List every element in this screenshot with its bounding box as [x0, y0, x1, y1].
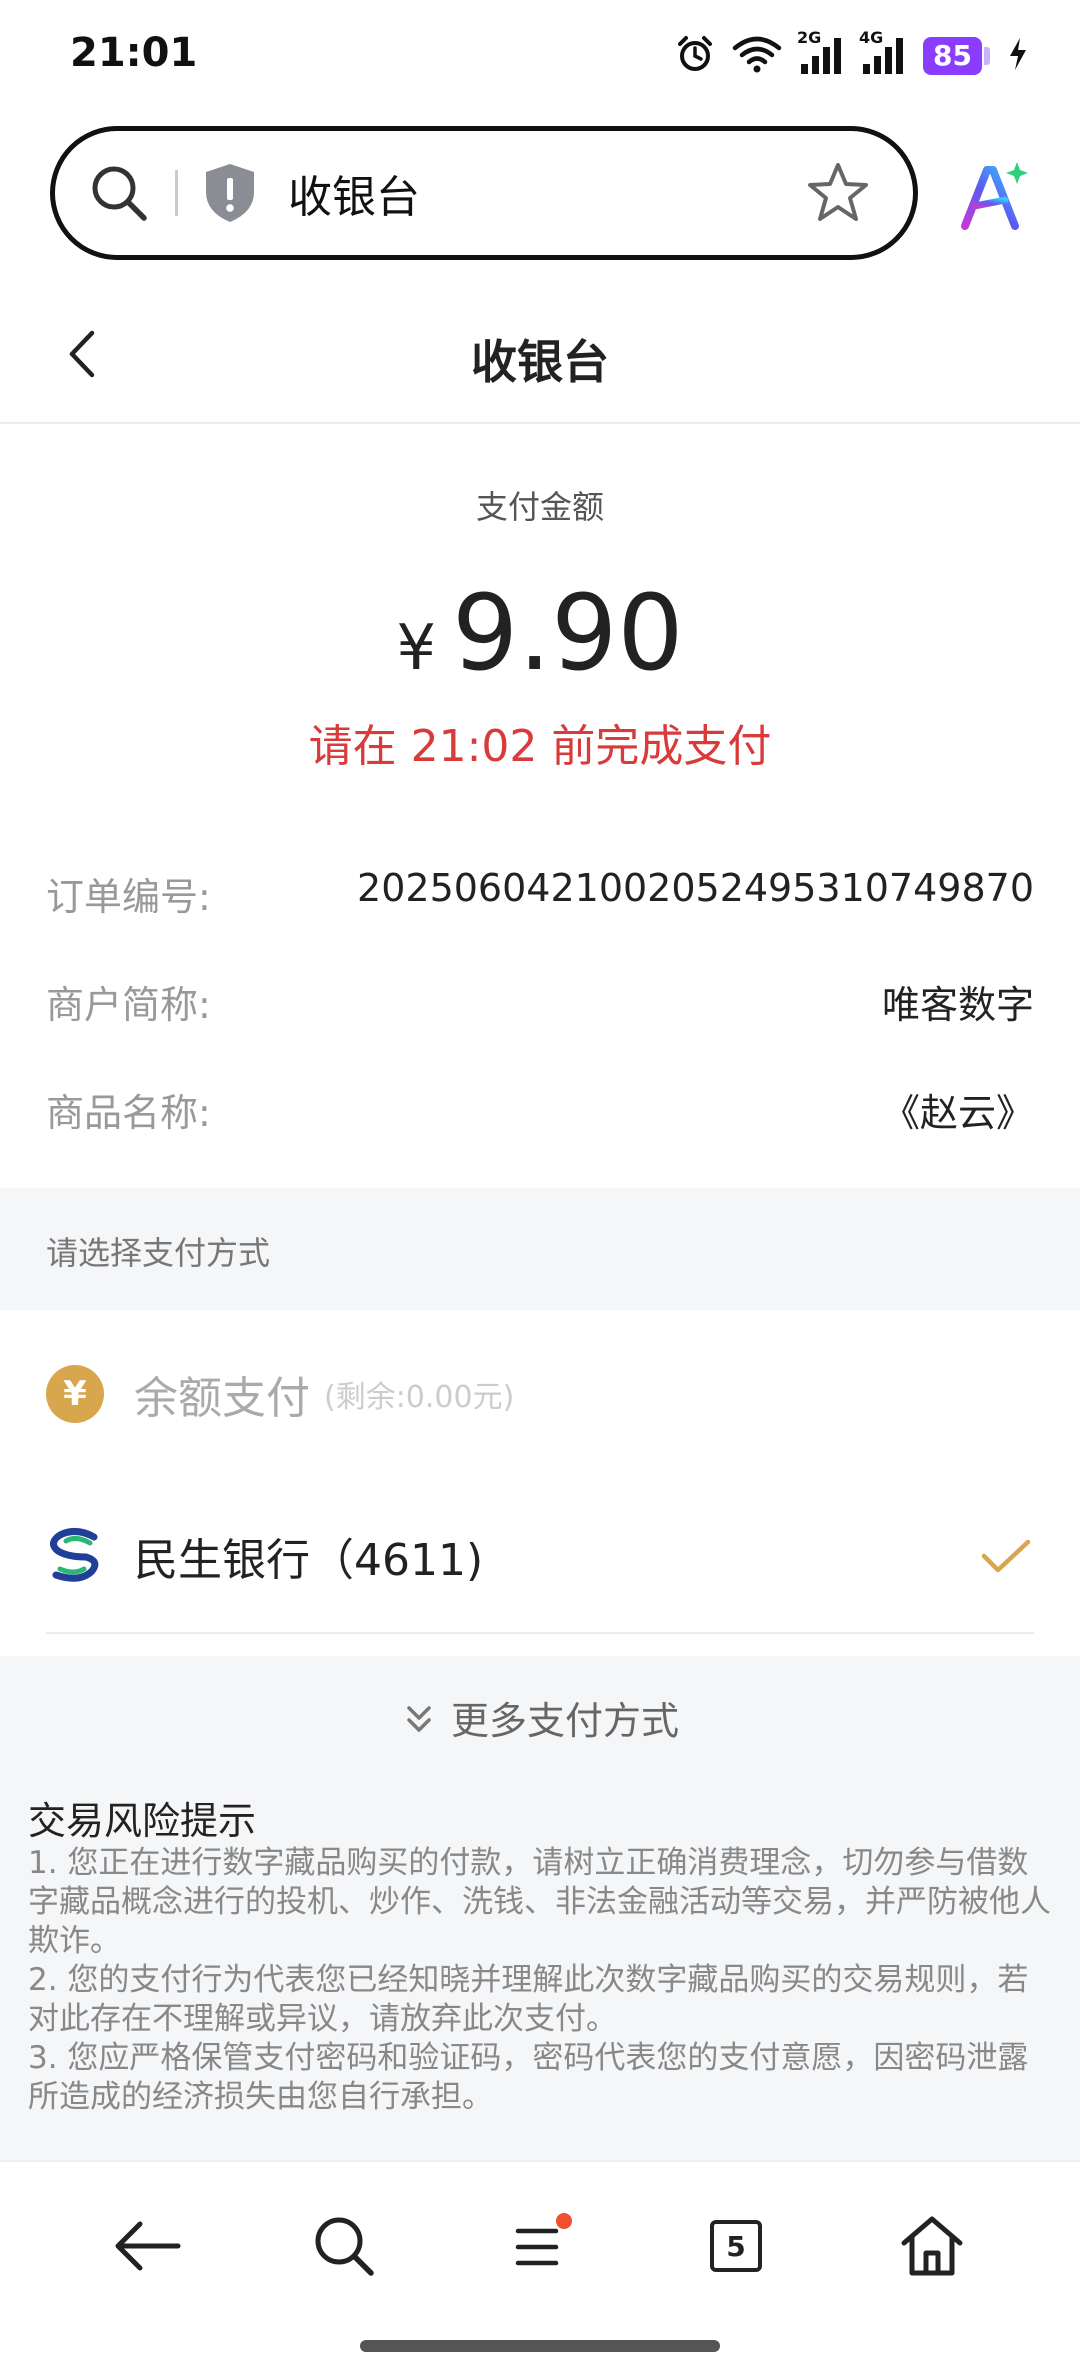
nav-search-icon[interactable]	[304, 2206, 384, 2286]
currency-symbol: ¥	[396, 611, 436, 684]
balance-pay-option[interactable]: ¥ 余额支付 (剩余:0.00元)	[46, 1362, 1034, 1426]
pay-option-divider	[46, 1632, 1034, 1634]
order-number-row: 订单编号: 2025060421002052495310749870	[46, 866, 1034, 921]
risk-notice-title: 交易风险提示	[28, 1799, 257, 1843]
nav-tabs-button[interactable]: 5	[696, 2206, 776, 2286]
balance-pay-label: 余额支付	[134, 1373, 310, 1424]
home-indicator[interactable]	[360, 2340, 720, 2352]
more-pay-methods-button[interactable]: 更多支付方式	[0, 1690, 1080, 1745]
more-pay-methods-label: 更多支付方式	[450, 1699, 679, 1743]
product-value: 《赵云》	[881, 1091, 1034, 1135]
ai-assistant-icon[interactable]	[955, 158, 1031, 234]
risk-item: 2. 您的支付行为代表您已经知晓并理解此次数字藏品购买的交易规则，若对此存在不理…	[28, 1962, 1029, 2037]
status-bar: 21:01 2G 4G 85	[0, 0, 1080, 112]
product-label: 商品名称:	[46, 1091, 211, 1135]
order-number-value: 2025060421002052495310749870	[357, 866, 1034, 910]
nav-back-arrow-icon[interactable]	[108, 2206, 188, 2286]
product-row: 商品名称: 《赵云》	[46, 1082, 1034, 1137]
bank-pay-label: 民生银行（4611)	[134, 1535, 484, 1586]
tab-count: 5	[710, 2220, 762, 2272]
yuan-coin-icon: ¥	[46, 1365, 104, 1423]
address-divider	[175, 170, 178, 216]
address-bar[interactable]: 收银台	[50, 126, 918, 260]
amount-display: ¥ 9.90	[0, 572, 1080, 694]
wifi-icon	[731, 34, 783, 78]
merchant-value: 唯客数字	[881, 983, 1034, 1027]
bank-pay-option[interactable]: 民生银行（4611)	[46, 1524, 1034, 1588]
signal-2g-icon: 2G	[797, 28, 845, 76]
payment-deadline: 请在 21:02 前完成支付	[308, 721, 772, 772]
risk-notice-body: 1. 您正在进行数字藏品购买的付款，请树立正确消费理念，切勿参与借数字藏品概念进…	[28, 1844, 1052, 2117]
minsheng-bank-logo-icon	[46, 1527, 104, 1585]
page-title: 收银台	[471, 335, 609, 389]
page-header: 收银台	[0, 290, 1080, 424]
signal-4g-label: 4G	[859, 28, 884, 47]
battery-level: 85	[923, 37, 982, 75]
battery-cap	[984, 47, 990, 65]
shield-warning-icon[interactable]	[200, 161, 260, 225]
pay-method-section-header: 请选择支付方式	[0, 1188, 1080, 1310]
merchant-label: 商户简称:	[46, 983, 211, 1027]
signal-4g-icon: 4G	[859, 28, 907, 76]
signal-2g-label: 2G	[797, 28, 822, 47]
amount-value: 9.90	[451, 572, 684, 694]
status-icons: 2G 4G 85	[675, 28, 1030, 78]
amount-label: 支付金额	[475, 488, 604, 526]
battery-indicator: 85	[923, 37, 990, 75]
alarm-icon	[675, 34, 715, 78]
address-title: 收银台	[288, 172, 420, 223]
merchant-row: 商户简称: 唯客数字	[46, 974, 1034, 1029]
order-number-label: 订单编号:	[46, 875, 211, 919]
search-icon[interactable]	[87, 161, 151, 225]
risk-item: 1. 您正在进行数字藏品购买的付款，请树立正确消费理念，切勿参与借数字藏品概念进…	[28, 1845, 1051, 1959]
star-icon[interactable]	[805, 160, 871, 226]
pay-method-section-title: 请选择支付方式	[46, 1234, 271, 1272]
charging-icon	[1006, 36, 1030, 76]
nav-menu-icon[interactable]	[500, 2206, 580, 2286]
risk-item: 3. 您应严格保管支付密码和验证码，密码代表您的支付意愿，因密码泄露所造成的经济…	[28, 2040, 1029, 2115]
status-time: 21:01	[70, 30, 198, 76]
double-chevron-down-icon	[401, 1698, 437, 1738]
nav-home-icon[interactable]	[892, 2206, 972, 2286]
check-icon	[978, 1528, 1034, 1584]
balance-remaining: (剩余:0.00元)	[324, 1380, 515, 1415]
